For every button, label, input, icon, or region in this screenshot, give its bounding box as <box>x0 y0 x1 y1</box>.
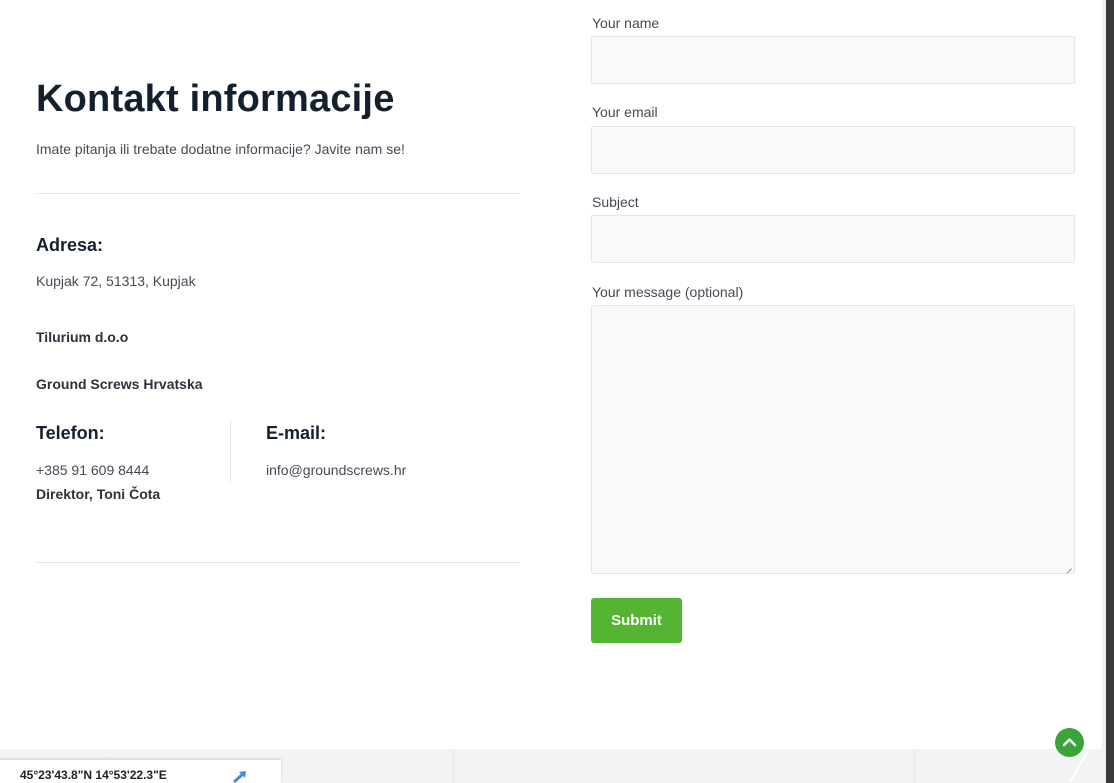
column-separator <box>230 420 231 483</box>
company-name: Tilurium d.o.o <box>36 329 129 345</box>
email-heading: E-mail: <box>266 423 327 443</box>
message-label: Your message (optional) <box>592 284 744 300</box>
phone-link[interactable]: +385 91 609 8444 <box>36 462 149 478</box>
subject-input[interactable] <box>591 215 1075 263</box>
map-coordinates: 45°23'43.8"N 14°53'22.3"E <box>20 768 167 782</box>
message-textarea[interactable] <box>591 305 1075 574</box>
contact-subtitle: Imate pitanja ili trebate dodatne inform… <box>36 141 405 157</box>
map-gridline <box>453 749 454 783</box>
resize-grip-icon[interactable] <box>1066 563 1072 569</box>
name-input[interactable] <box>591 36 1075 84</box>
email-label: Your email <box>592 104 658 120</box>
directions-icon[interactable] <box>231 770 249 783</box>
email-link[interactable]: info@groundscrews.hr <box>266 462 406 478</box>
page-title: Kontakt informacije <box>36 78 395 120</box>
divider-bottom <box>36 562 520 563</box>
submit-button[interactable]: Submit <box>591 598 682 643</box>
brand-name: Ground Screws Hrvatska <box>36 376 203 392</box>
phone-heading: Telefon: <box>36 423 105 443</box>
name-label: Your name <box>592 15 660 31</box>
window-edge <box>1106 0 1114 783</box>
divider-top <box>36 193 520 194</box>
map-gridline <box>914 749 915 783</box>
subject-label: Subject <box>592 194 639 210</box>
email-input[interactable] <box>591 126 1075 174</box>
scroll-to-top-button[interactable] <box>1055 728 1084 757</box>
address-text: Kupjak 72, 51313, Kupjak <box>36 273 196 289</box>
chevron-up-icon <box>1062 738 1077 747</box>
director-name: Direktor, Toni Čota <box>36 486 161 502</box>
address-heading: Adresa: <box>36 235 104 255</box>
